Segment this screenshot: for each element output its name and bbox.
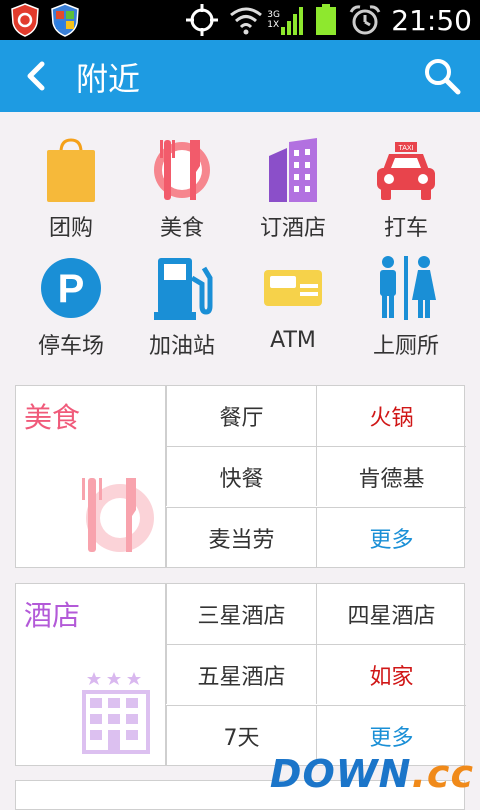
- food-more-link[interactable]: 更多: [316, 507, 466, 568]
- taxi-icon: TAXI: [377, 142, 435, 200]
- fork-knife-plate-icon: [154, 140, 210, 200]
- hotel-option[interactable]: 三星酒店: [166, 584, 316, 644]
- alarm-clock-icon: [349, 5, 381, 35]
- category-gas-station[interactable]: 加油站: [127, 254, 237, 369]
- hotel-option[interactable]: 五星酒店: [166, 644, 316, 704]
- fork-knife-plate-icon: [82, 478, 154, 552]
- search-icon[interactable]: [422, 56, 462, 96]
- category-label: 团购: [48, 216, 93, 241]
- category-label: 美食: [159, 216, 204, 241]
- page-title: 附近: [76, 60, 141, 98]
- category-restroom[interactable]: 上厕所: [351, 254, 461, 369]
- category-label: 打车: [383, 216, 428, 241]
- category-label: 订酒店: [259, 216, 326, 241]
- wifi-icon: [230, 7, 263, 35]
- category-group-buy[interactable]: 团购: [16, 136, 126, 251]
- shopping-bag-icon: [47, 138, 95, 202]
- category-parking[interactable]: P 停车场: [16, 254, 126, 369]
- food-card-header[interactable]: 美食: [16, 386, 166, 567]
- category-food[interactable]: 美食: [127, 136, 237, 251]
- hotel-option[interactable]: 四星酒店: [316, 584, 466, 644]
- hotel-building-icon: [269, 138, 317, 202]
- food-option[interactable]: 肯德基: [316, 446, 466, 506]
- atm-card-icon: [264, 270, 322, 306]
- hotel-building-icon: [82, 672, 150, 754]
- watermark-main: DOWN: [269, 752, 412, 796]
- category-label: 上厕所: [372, 334, 439, 359]
- food-option[interactable]: 快餐: [166, 446, 316, 506]
- category-taxi[interactable]: TAXI 打车: [351, 136, 461, 251]
- battery-icon: [316, 4, 337, 35]
- restroom-icon: [380, 256, 436, 320]
- watermark-suffix: .cc: [411, 752, 474, 796]
- category-hotel[interactable]: 订酒店: [238, 136, 348, 251]
- food-card: 美食 餐厅 火锅 快餐 肯德基 麦当劳 更多: [15, 385, 466, 568]
- food-card-title: 美食: [24, 401, 81, 434]
- food-option[interactable]: 火锅: [316, 386, 466, 446]
- gps-icon: [186, 4, 219, 36]
- back-arrow-icon[interactable]: [18, 58, 54, 94]
- signal-icon: [281, 7, 304, 35]
- category-label: 加油站: [148, 334, 215, 359]
- gas-station-icon: [154, 258, 213, 320]
- category-label: ATM: [270, 328, 316, 353]
- hotel-card: 酒店 三星酒店 四星酒店 五星酒店 如家 7天 更多: [15, 583, 466, 766]
- category-label: 停车场: [37, 334, 104, 359]
- hotel-card-header[interactable]: 酒店: [16, 584, 166, 765]
- watermark: DOWN.cc: [270, 752, 474, 796]
- action-bar: 附近: [0, 40, 480, 112]
- category-atm[interactable]: ATM: [238, 254, 348, 369]
- food-option[interactable]: 餐厅: [166, 386, 316, 446]
- hotel-option[interactable]: 如家: [316, 644, 466, 704]
- network-type-label: 3G 1X: [267, 10, 280, 30]
- svg-text:P: P: [58, 267, 85, 311]
- status-time: 21:50: [391, 3, 472, 37]
- svg-text:TAXI: TAXI: [398, 145, 413, 152]
- status-bar: 3G 1X 21:50: [0, 0, 480, 40]
- hotel-card-title: 酒店: [24, 599, 81, 632]
- parking-icon: P: [41, 258, 101, 318]
- food-option[interactable]: 麦当劳: [166, 507, 316, 568]
- security-shield-icon: [11, 3, 39, 37]
- windows-shield-icon: [51, 3, 79, 37]
